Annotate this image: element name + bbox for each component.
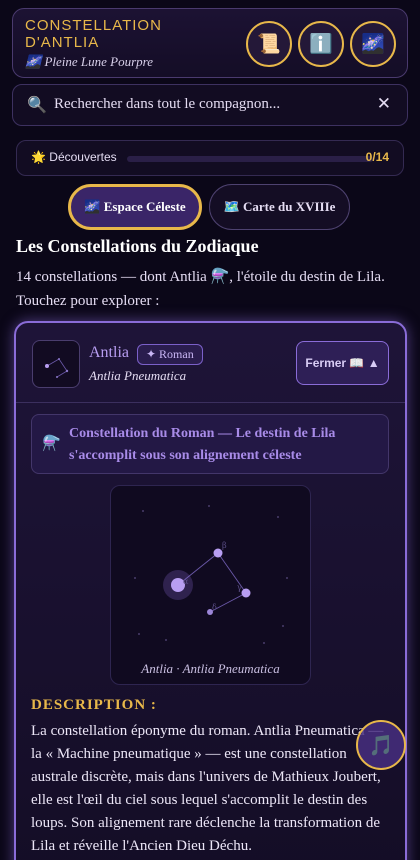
discovery-count: 0/14 <box>365 150 389 164</box>
description-text: La constellation éponyme du roman. Antli… <box>31 723 384 854</box>
app-header: Constellation d'Antlia 🌌 Pleine Lune Pou… <box>12 8 408 78</box>
search-input[interactable]: Rechercher dans tout le compagnon... <box>54 96 280 113</box>
section-title: Les Constellations du Zodiaque <box>16 236 259 256</box>
constellation-sky-chart: α β γ δ Antlia · Antlia Pneumatica <box>110 485 311 685</box>
close-card-button[interactable]: Fermer 📖 ▲ <box>296 341 389 385</box>
star-icon: 🌟 <box>31 150 46 164</box>
scroll-button[interactable]: 📜 <box>246 21 292 67</box>
constellation-thumbnail-graphic <box>45 358 69 378</box>
music-icon: 🎵 <box>368 734 394 757</box>
galaxy-icon: 🌌 <box>361 34 385 55</box>
roman-note-text: Constellation du Roman — Le destin de Li… <box>69 426 336 463</box>
constellation-thumbnail <box>32 340 80 388</box>
map-icon: 🗺️ <box>223 199 240 214</box>
roman-badge: ✦ Roman <box>137 344 203 365</box>
galaxy-button[interactable]: 🌌 <box>350 21 396 67</box>
roman-note: ⚗️ Constellation du Roman — Le destin de… <box>31 414 389 474</box>
moon-phase-subtitle: 🌌 Pleine Lune Pourpre <box>25 54 153 70</box>
moon-phase-label: Pleine Lune Pourpre <box>44 54 153 69</box>
tab-carte-xviiie[interactable]: 🗺️ Carte du XVIIIe <box>209 184 350 230</box>
progress-track <box>127 156 373 162</box>
scroll-icon: 📜 <box>257 34 281 55</box>
description-heading: DESCRIPTION : <box>31 697 157 713</box>
tab-espace-celeste[interactable]: 🌌 Espace Céleste <box>68 184 202 230</box>
star-label-beta: β <box>222 541 227 550</box>
star-label-gamma: γ <box>237 583 242 592</box>
music-toggle-button[interactable]: 🎵 <box>356 720 406 770</box>
star-label-delta: δ <box>212 603 217 612</box>
card-header[interactable]: Antlia ✦ Roman Antlia Pneumatica Fermer … <box>16 323 405 403</box>
constellation-card: Antlia ✦ Roman Antlia Pneumatica Fermer … <box>14 321 407 860</box>
sky-caption: Antlia · Antlia Pneumatica <box>141 661 280 676</box>
constellation-name: Antlia <box>89 344 129 361</box>
star-label-alpha: α <box>183 577 189 586</box>
constellation-latin-name: Antlia Pneumatica <box>89 368 187 383</box>
info-icon: ℹ️ <box>309 34 333 55</box>
app-title: Constellation d'Antlia <box>25 17 162 51</box>
galaxy-icon: 🌌 <box>25 54 42 69</box>
clear-search-icon[interactable]: ✕ <box>377 94 391 114</box>
section-description: 14 constellations — dont Antlia ⚗️, l'ét… <box>16 269 385 309</box>
alembic-icon: ⚗️ <box>42 436 61 452</box>
search-bar[interactable]: 🔍 Rechercher dans tout le compagnon... ✕ <box>12 84 408 126</box>
discovery-progress: 🌟 Découvertes 0/14 <box>16 140 404 176</box>
search-icon: 🔍 <box>27 97 47 114</box>
discovery-label: 🌟 Découvertes <box>31 150 117 164</box>
galaxy-icon: 🌌 <box>84 199 101 214</box>
info-button[interactable]: ℹ️ <box>298 21 344 67</box>
constellation-map: α β γ δ <box>134 505 288 644</box>
